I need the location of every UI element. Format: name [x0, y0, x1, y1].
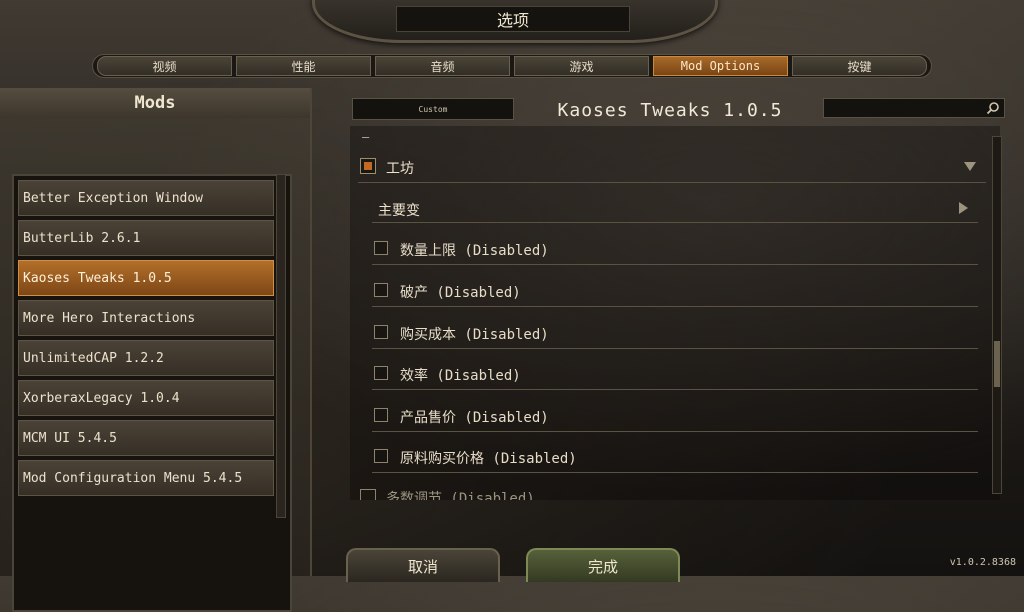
chevron-right-icon[interactable] [959, 202, 968, 214]
mod-item-butterlib[interactable]: ButterLib 2.6.1 [18, 220, 274, 256]
mod-item-unlimitedcap[interactable]: UnlimitedCAP 1.2.2 [18, 340, 274, 376]
option-checkbox[interactable] [374, 283, 388, 297]
subgroup-label: 主要变 [378, 203, 420, 219]
tab-keybinds[interactable]: 按键 [792, 56, 927, 76]
version-label: v1.0.2.8368 [949, 557, 1016, 568]
mod-item-kaoses-tweaks[interactable]: Kaoses Tweaks 1.0.5 [18, 260, 274, 296]
subgroup-main-changes[interactable]: 主要变 [372, 194, 978, 223]
mod-settings-title: Kaoses Tweaks 1.0.5 [557, 99, 783, 121]
option-checkbox[interactable] [374, 325, 388, 339]
option-checkbox[interactable] [374, 366, 388, 380]
search-icon[interactable] [986, 101, 1000, 115]
mod-item-mod-configuration-menu[interactable]: Mod Configuration Menu 5.4.5 [18, 460, 274, 496]
mod-item-mcm-ui[interactable]: MCM UI 5.4.5 [18, 420, 274, 456]
option-checkbox[interactable] [374, 241, 388, 255]
settings-list: — 工坊 主要变 数量上限 (Disabled) 破产 (Disabled) 购… [350, 126, 1000, 500]
option-row[interactable]: 效率 (Disabled) [372, 359, 978, 390]
settings-search-input[interactable] [823, 98, 1005, 118]
settings-scrollbar-thumb[interactable] [994, 341, 1000, 387]
option-row[interactable]: 产品售价 (Disabled) [372, 401, 978, 432]
tab-performance[interactable]: 性能 [236, 56, 371, 76]
option-row[interactable]: 购买成本 (Disabled) [372, 318, 978, 349]
mod-item-more-hero-interactions[interactable]: More Hero Interactions [18, 300, 274, 336]
preset-dropdown[interactable]: Custom [352, 98, 514, 120]
mod-item-xorberaxlegacy[interactable]: XorberaxLegacy 1.0.4 [18, 380, 274, 416]
partial-option-label: 多数调节 (Disabled) [386, 491, 535, 500]
window-title: 选项 [396, 6, 630, 32]
tab-video[interactable]: 视频 [97, 56, 232, 76]
option-label: 效率 (Disabled) [400, 368, 521, 384]
tab-game[interactable]: 游戏 [514, 56, 649, 76]
mods-scrollbar[interactable] [276, 174, 286, 518]
option-checkbox[interactable] [374, 449, 388, 463]
group-workshop[interactable]: 工坊 [358, 154, 986, 183]
tab-mod-options[interactable]: Mod Options [653, 56, 788, 76]
option-label: 原料购买价格 (Disabled) [400, 451, 577, 467]
collapsed-group-marker: — [362, 130, 370, 144]
settings-scrollbar[interactable] [992, 136, 1002, 494]
group-workshop-checkbox[interactable] [360, 158, 376, 174]
options-tab-bar: 视频 性能 音频 游戏 Mod Options 按键 [92, 54, 932, 78]
mod-item-better-exception-window[interactable]: Better Exception Window [18, 180, 274, 216]
cancel-button[interactable]: 取消 [346, 548, 500, 582]
option-row[interactable]: 数量上限 (Disabled) [372, 234, 978, 265]
mods-list: Better Exception Window ButterLib 2.6.1 … [12, 174, 292, 612]
chevron-down-icon[interactable] [964, 162, 976, 171]
mods-header: Mods [0, 88, 310, 118]
done-button[interactable]: 完成 [526, 548, 680, 582]
group-workshop-label: 工坊 [386, 161, 414, 177]
tab-audio[interactable]: 音频 [375, 56, 510, 76]
option-checkbox[interactable] [374, 408, 388, 422]
option-checkbox[interactable] [360, 489, 376, 500]
option-row[interactable]: 原料购买价格 (Disabled) [372, 442, 978, 473]
option-label: 数量上限 (Disabled) [400, 243, 549, 259]
option-label: 破产 (Disabled) [400, 285, 521, 301]
option-label: 购买成本 (Disabled) [400, 327, 549, 343]
option-label: 产品售价 (Disabled) [400, 410, 549, 426]
partial-option-row[interactable]: 多数调节 (Disabled) [360, 488, 535, 500]
mods-panel: Mods Better Exception Window ButterLib 2… [0, 88, 312, 612]
option-row[interactable]: 破产 (Disabled) [372, 276, 978, 307]
